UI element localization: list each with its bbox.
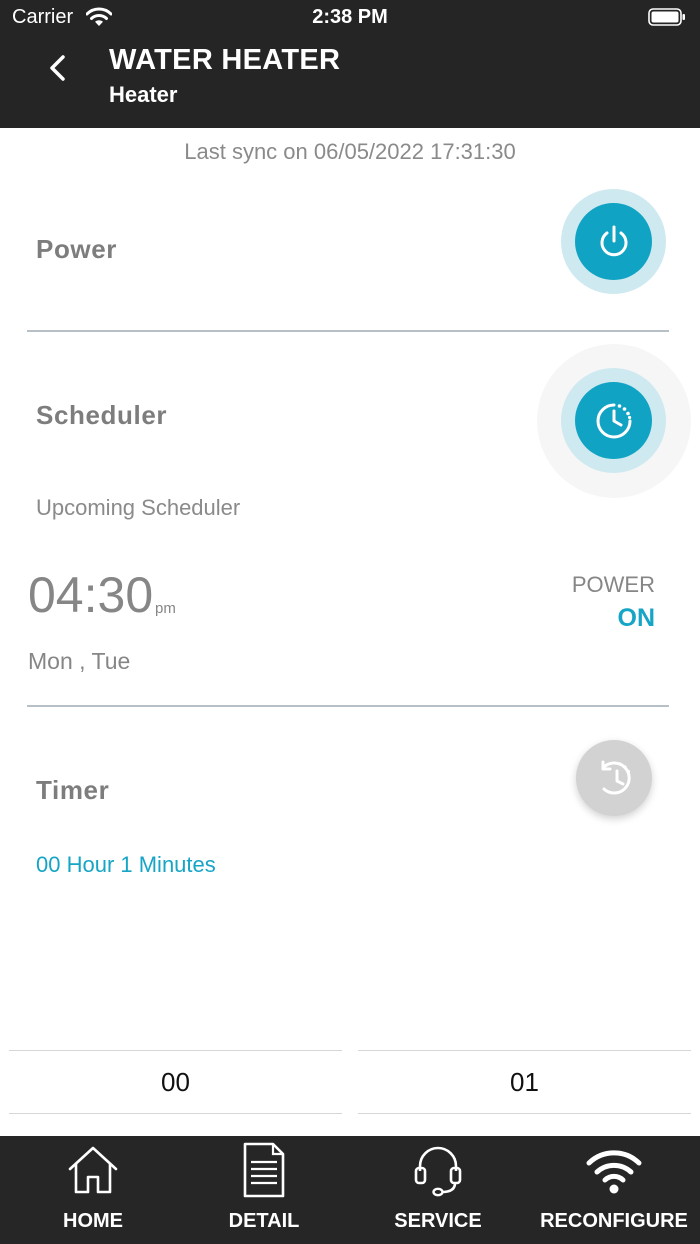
scheduled-action-caption: POWER — [571, 572, 655, 597]
tab-reconfigure[interactable]: RECONFIGURE — [538, 1136, 690, 1244]
hours-picker-value: 00 — [161, 1066, 190, 1097]
bottom-tab-bar: HOME DETAIL SERVICE RECONFIGURE — [0, 1136, 700, 1244]
tab-detail[interactable]: DETAIL — [204, 1136, 324, 1244]
scheduler-button[interactable] — [575, 382, 652, 459]
page-subtitle: Heater — [109, 82, 178, 107]
tab-reconfigure-label: RECONFIGURE — [540, 1210, 688, 1232]
document-icon — [243, 1142, 285, 1198]
clock-schedule-icon — [596, 403, 631, 438]
page-title: WATER HEATER — [109, 44, 341, 76]
power-button[interactable] — [575, 203, 652, 280]
power-icon — [600, 225, 627, 256]
timer-value: 00 Hour 1 Minutes — [36, 852, 216, 877]
scheduled-time-ampm: pm — [155, 600, 176, 617]
power-label: Power — [36, 234, 118, 264]
status-time: 2:38 PM — [312, 6, 388, 28]
upcoming-scheduler-label: Upcoming Scheduler — [36, 495, 241, 520]
last-sync-text: Last sync on 06/05/2022 17:31:30 — [184, 139, 516, 164]
timer-label: Timer — [36, 775, 110, 805]
scheduled-time: 04:30 — [28, 567, 154, 623]
minutes-picker-value: 01 — [510, 1066, 539, 1097]
scheduled-days: Mon , Tue — [28, 648, 131, 674]
timer-button[interactable] — [576, 740, 652, 816]
tab-home[interactable]: HOME — [33, 1136, 153, 1244]
tab-service-label: SERVICE — [394, 1210, 482, 1232]
home-icon — [68, 1146, 118, 1194]
tab-service[interactable]: SERVICE — [378, 1136, 498, 1244]
headset-icon — [414, 1146, 462, 1197]
scheduled-action-state: ON — [617, 604, 656, 632]
tab-detail-label: DETAIL — [228, 1210, 300, 1232]
scheduler-label: Scheduler — [36, 400, 168, 430]
divider — [27, 330, 669, 332]
back-chevron-icon[interactable] — [40, 50, 76, 86]
timer-icon — [601, 760, 631, 795]
top-bar: Carrier 2:38 PM WATER HEATER Heater — [0, 0, 700, 128]
hours-picker[interactable]: 00 — [9, 1050, 342, 1114]
battery-icon — [648, 8, 685, 26]
minutes-picker[interactable]: 01 — [358, 1050, 691, 1114]
divider — [27, 705, 669, 707]
tab-home-label: HOME — [63, 1210, 123, 1232]
wifi-icon — [586, 1150, 642, 1194]
